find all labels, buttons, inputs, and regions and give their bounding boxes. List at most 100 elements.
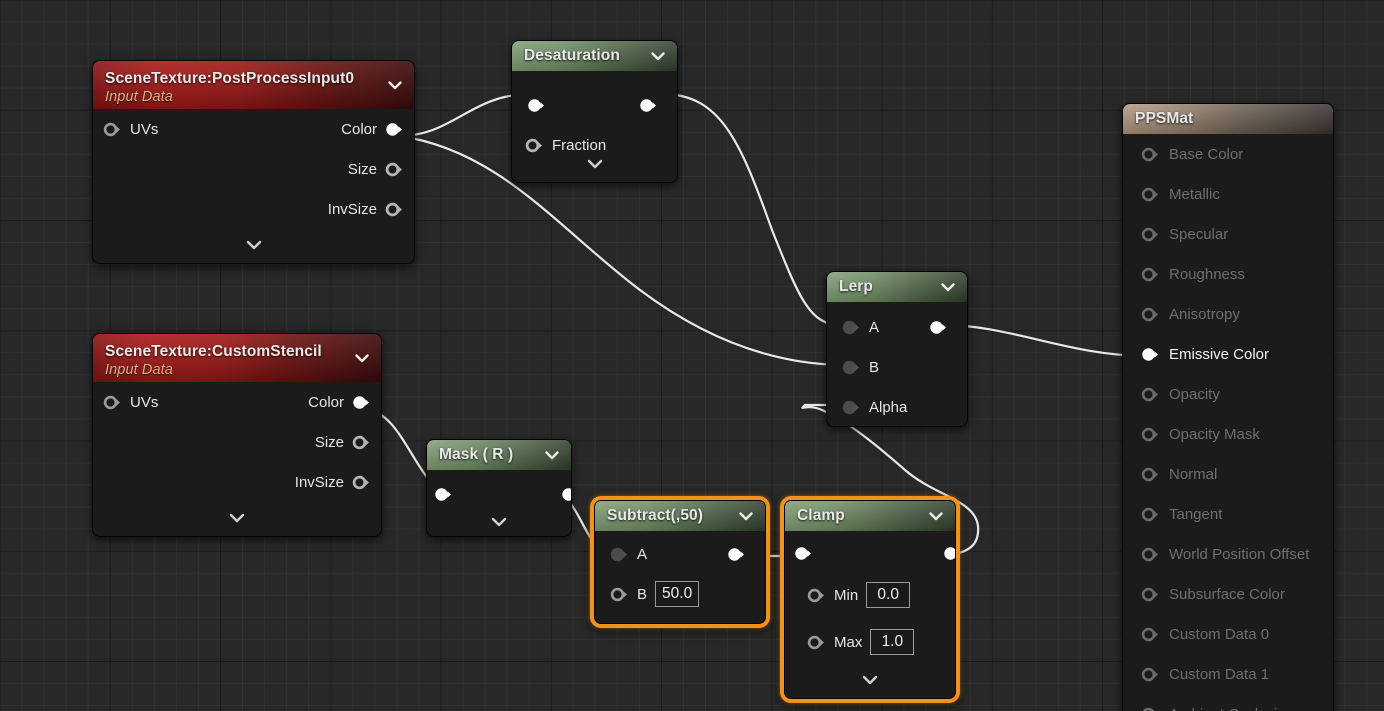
output-pin-icon[interactable] — [385, 160, 404, 179]
pin-row-input[interactable] — [517, 85, 556, 125]
result-pin-row[interactable]: Anisotropy — [1123, 294, 1333, 334]
result-pin-row[interactable]: Specular — [1123, 214, 1333, 254]
output-pin-icon-connected[interactable] — [352, 393, 371, 412]
chevron-down-icon[interactable] — [737, 507, 755, 525]
pin-row-a[interactable]: A — [832, 307, 889, 347]
output-pin-icon-connected[interactable] — [929, 318, 948, 337]
subtract-b-value-field[interactable]: 50.0 — [655, 581, 700, 607]
result-pin-row[interactable]: Emissive Color — [1123, 334, 1333, 374]
input-pin-icon[interactable] — [1141, 585, 1160, 604]
pin-row-b[interactable]: B 50.0 — [600, 574, 709, 614]
input-pin-icon[interactable] — [807, 633, 826, 652]
node-header[interactable]: Subtract(,50) — [595, 501, 765, 531]
output-pin-icon-connected[interactable] — [385, 120, 404, 139]
input-pin-icon[interactable] — [1141, 385, 1160, 404]
input-pin-icon[interactable] — [610, 545, 629, 564]
pin-row-output[interactable] — [717, 534, 756, 574]
expand-toggle[interactable] — [93, 506, 381, 530]
node-header[interactable]: Mask ( R ) — [427, 440, 571, 470]
expand-toggle[interactable] — [93, 233, 414, 257]
pin-row-output[interactable] — [919, 307, 958, 347]
input-pin-icon[interactable] — [1141, 665, 1160, 684]
expand-toggle[interactable] — [512, 152, 677, 176]
result-pin-row[interactable]: Normal — [1123, 454, 1333, 494]
chevron-down-icon[interactable] — [649, 47, 667, 65]
pin-row-color[interactable]: Color — [93, 109, 414, 149]
result-pin-row[interactable]: Metallic — [1123, 174, 1333, 214]
node-ppsmat-result[interactable]: PPSMat Base Color Metallic Specular Roughne… — [1122, 103, 1334, 711]
input-pin-icon-connected[interactable] — [527, 96, 546, 115]
result-pin-row[interactable]: Custom Data 1 — [1123, 654, 1333, 694]
result-pin-row[interactable]: Tangent — [1123, 494, 1333, 534]
input-pin-icon[interactable] — [1141, 425, 1160, 444]
pin-row-alpha[interactable]: Alpha — [832, 387, 917, 426]
node-header[interactable]: SceneTexture:PostProcessInput0 Input Dat… — [93, 61, 414, 109]
chevron-down-icon[interactable] — [939, 278, 957, 296]
input-pin-icon[interactable] — [842, 358, 861, 377]
result-pin-row[interactable]: Roughness — [1123, 254, 1333, 294]
node-title: Mask ( R ) — [439, 446, 514, 463]
pin-row-min[interactable]: Min 0.0 — [797, 575, 920, 615]
node-header[interactable]: Desaturation — [512, 41, 677, 71]
pin-row-max[interactable]: Max 1.0 — [797, 622, 924, 662]
result-pin-row[interactable]: Base Color — [1123, 134, 1333, 174]
chevron-down-icon[interactable] — [927, 507, 945, 525]
result-pin-label: Normal — [1169, 465, 1218, 483]
input-pin-icon[interactable] — [1141, 145, 1160, 164]
node-desaturation[interactable]: Desaturation Fraction — [511, 40, 678, 183]
input-pin-icon[interactable] — [1141, 465, 1160, 484]
node-header[interactable]: PPSMat — [1123, 104, 1333, 134]
result-pin-label: Opacity Mask — [1169, 425, 1260, 443]
pin-row-output[interactable] — [629, 85, 668, 125]
input-pin-icon[interactable] — [1141, 625, 1160, 644]
node-subtitle: Input Data — [105, 361, 173, 378]
result-pin-row[interactable]: Opacity — [1123, 374, 1333, 414]
pin-row-invsize[interactable]: InvSize — [93, 462, 381, 502]
output-pin-icon[interactable] — [385, 200, 404, 219]
input-pin-icon[interactable] — [1141, 185, 1160, 204]
expand-toggle[interactable] — [427, 510, 571, 534]
node-subtract[interactable]: Subtract(,50) A B 50.0 — [590, 496, 770, 628]
node-clamp[interactable]: Clamp Min 0.0 Max 1.0 — [780, 496, 960, 703]
output-pin-icon[interactable] — [352, 473, 371, 492]
pin-row-size[interactable]: Size — [93, 422, 381, 462]
input-pin-icon[interactable] — [610, 585, 629, 604]
node-mask-r[interactable]: Mask ( R ) — [426, 439, 572, 537]
input-pin-icon-connected[interactable] — [1141, 345, 1160, 364]
chevron-down-icon[interactable] — [543, 446, 561, 464]
input-pin-icon[interactable] — [842, 398, 861, 417]
input-pin-icon[interactable] — [1141, 705, 1160, 711]
input-pin-icon[interactable] — [1141, 305, 1160, 324]
pin-row-invsize[interactable]: InvSize — [93, 189, 414, 229]
input-pin-icon[interactable] — [1141, 225, 1160, 244]
input-pin-icon[interactable] — [1141, 505, 1160, 524]
result-pin-row[interactable]: Opacity Mask — [1123, 414, 1333, 454]
input-pin-icon[interactable] — [1141, 265, 1160, 284]
pin-row-color[interactable]: Color — [93, 382, 381, 422]
chevron-down-icon[interactable] — [386, 76, 404, 94]
result-pin-row[interactable]: Subsurface Color — [1123, 574, 1333, 614]
chevron-down-icon[interactable] — [353, 349, 371, 367]
input-pin-icon[interactable] — [1141, 545, 1160, 564]
node-header[interactable]: Clamp — [785, 501, 955, 531]
input-pin-icon[interactable] — [807, 586, 826, 605]
node-scenetexture-customstencil[interactable]: SceneTexture:CustomStencil Input Data UV… — [92, 333, 382, 537]
result-pin-row[interactable]: Custom Data 0 — [1123, 614, 1333, 654]
pin-row-a[interactable]: A — [600, 534, 657, 574]
material-graph-canvas[interactable]: SceneTexture:PostProcessInput0 Input Dat… — [0, 0, 1384, 711]
node-lerp[interactable]: Lerp A B Alpha — [826, 271, 968, 427]
input-pin-icon[interactable] — [842, 318, 861, 337]
pin-row-b[interactable]: B — [832, 347, 889, 387]
output-pin-icon-connected[interactable] — [639, 96, 658, 115]
output-pin-icon-connected[interactable] — [727, 545, 746, 564]
node-header[interactable]: Lerp — [827, 272, 967, 302]
result-pin-row[interactable]: Ambient Occlusion — [1123, 694, 1333, 711]
result-pin-row[interactable]: World Position Offset — [1123, 534, 1333, 574]
node-header[interactable]: SceneTexture:CustomStencil Input Data — [93, 334, 381, 382]
expand-toggle[interactable] — [785, 668, 955, 692]
clamp-max-value-field[interactable]: 1.0 — [870, 629, 915, 655]
node-scenetexture-postprocessinput0[interactable]: SceneTexture:PostProcessInput0 Input Dat… — [92, 60, 415, 264]
pin-row-size[interactable]: Size — [93, 149, 414, 189]
output-pin-icon[interactable] — [352, 433, 371, 452]
clamp-min-value-field[interactable]: 0.0 — [866, 582, 911, 608]
